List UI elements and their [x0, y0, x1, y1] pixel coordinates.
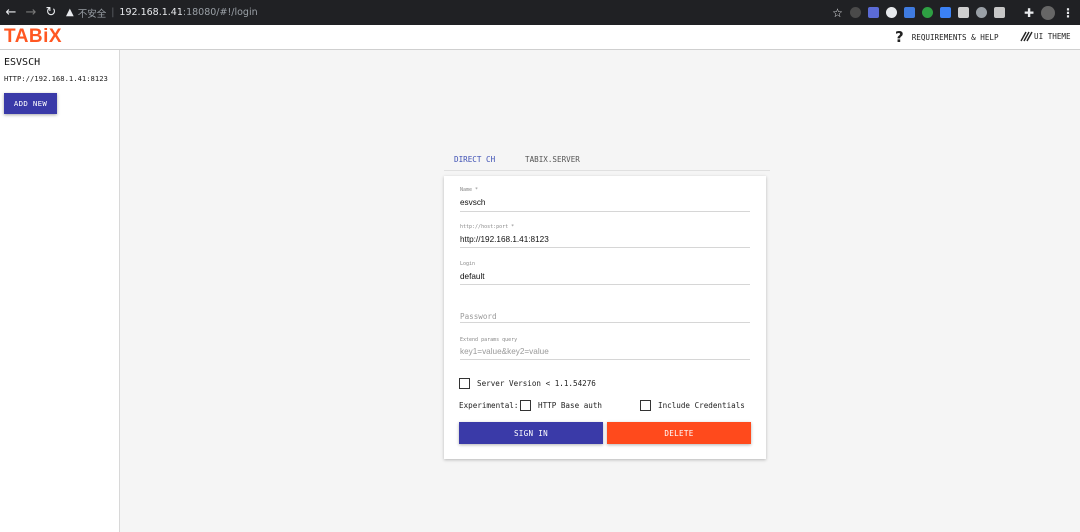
extension-icon[interactable] — [993, 7, 1005, 18]
login-field[interactable]: Login default — [460, 258, 750, 288]
back-icon[interactable]: ← — [2, 0, 20, 25]
extension-icon[interactable] — [957, 7, 969, 18]
connection-name[interactable]: ESVSCH — [4, 57, 40, 68]
name-field[interactable]: Name * esvsch — [460, 184, 750, 214]
browser-toolbar: ← → ↻ ▲ 不安全 | 192.168.1.41 :18080/#!/log… — [0, 0, 1080, 25]
extend-params-label: Extend params query — [460, 337, 518, 343]
theme-icon — [1020, 31, 1033, 42]
login-input[interactable]: default — [460, 272, 485, 281]
http-base-auth-checkbox[interactable] — [520, 400, 531, 411]
include-credentials-checkbox[interactable] — [640, 400, 651, 411]
address-separator: | — [111, 7, 115, 18]
login-underline — [460, 284, 750, 285]
experimental-label: Experimental: — [459, 401, 519, 410]
sign-in-button[interactable]: SIGN IN — [459, 422, 603, 444]
password-underline — [460, 322, 750, 323]
host-label: http://host:port * — [460, 224, 515, 230]
url-host: 192.168.1.41 — [119, 7, 183, 18]
name-label: Name * — [460, 187, 479, 193]
address-bar[interactable]: ▲ 不安全 | 192.168.1.41 :18080/#!/login — [66, 0, 258, 25]
server-version-label: Server Version < 1.1.54276 — [477, 379, 596, 388]
ui-theme-toggle[interactable]: UI THEME — [1020, 31, 1071, 42]
password-field[interactable]: Password — [460, 296, 750, 326]
host-underline — [460, 247, 750, 248]
connections-sidebar: ESVSCH HTTP://192.168.1.41:8123 ADD NEW — [0, 50, 120, 532]
tab-tabix-server[interactable]: TABIX.SERVER — [525, 155, 580, 164]
extension-icon[interactable] — [867, 7, 879, 18]
bookmark-star-icon[interactable]: ☆ — [832, 6, 843, 20]
url-path: :18080/#!/login — [182, 7, 258, 18]
extensions-puzzle-icon[interactable]: ✚ — [1024, 6, 1034, 20]
requirements-help-link[interactable]: ? REQUIREMENTS & HELP — [895, 29, 999, 45]
browser-menu-icon[interactable]: ⋮ — [1062, 6, 1074, 20]
include-credentials-label: Include Credentials — [658, 401, 745, 410]
name-underline — [460, 211, 750, 212]
requirements-help-label: REQUIREMENTS & HELP — [911, 32, 999, 42]
host-input[interactable]: http://192.168.1.41:8123 — [460, 235, 549, 244]
connection-url[interactable]: HTTP://192.168.1.41:8123 — [4, 74, 110, 83]
name-input[interactable]: esvsch — [460, 198, 485, 207]
extension-icon[interactable] — [975, 7, 987, 18]
extension-tray: ☆ ✚ ⋮ — [832, 0, 1074, 25]
extension-icon[interactable] — [885, 7, 897, 18]
server-version-checkbox[interactable] — [459, 378, 470, 389]
tabix-logo[interactable]: TABiX — [4, 26, 62, 48]
extension-icon[interactable] — [903, 7, 915, 18]
reload-icon[interactable]: ↻ — [42, 0, 60, 25]
login-form-card: Name * esvsch http://host:port * http://… — [444, 176, 766, 459]
help-question-icon: ? — [895, 28, 904, 46]
profile-avatar[interactable] — [1041, 5, 1055, 20]
app-header: TABiX ? REQUIREMENTS & HELP UI THEME — [0, 25, 1080, 50]
extension-icon[interactable] — [921, 7, 933, 18]
password-input[interactable]: Password — [460, 312, 497, 321]
extension-icon[interactable] — [939, 7, 951, 18]
warning-icon: ▲ — [66, 7, 74, 18]
add-new-button[interactable]: ADD NEW — [4, 93, 57, 114]
extension-icon[interactable] — [849, 7, 861, 18]
forward-icon[interactable]: → — [22, 0, 40, 25]
extend-params-field[interactable]: Extend params query key1=value&key2=valu… — [460, 332, 750, 362]
login-tabs: DIRECT CH TABIX.SERVER — [444, 150, 770, 171]
delete-button[interactable]: DELETE — [607, 422, 751, 444]
http-base-auth-label: HTTP Base auth — [538, 401, 603, 410]
host-field[interactable]: http://host:port * http://192.168.1.41:8… — [460, 221, 750, 251]
login-label: Login — [460, 261, 476, 267]
insecure-label: 不安全 — [77, 8, 107, 20]
extend-params-underline — [460, 359, 750, 360]
extend-params-input[interactable]: key1=value&key2=value — [460, 347, 549, 356]
tab-direct-ch[interactable]: DIRECT CH — [454, 155, 495, 164]
ui-theme-label: UI THEME — [1034, 32, 1071, 41]
